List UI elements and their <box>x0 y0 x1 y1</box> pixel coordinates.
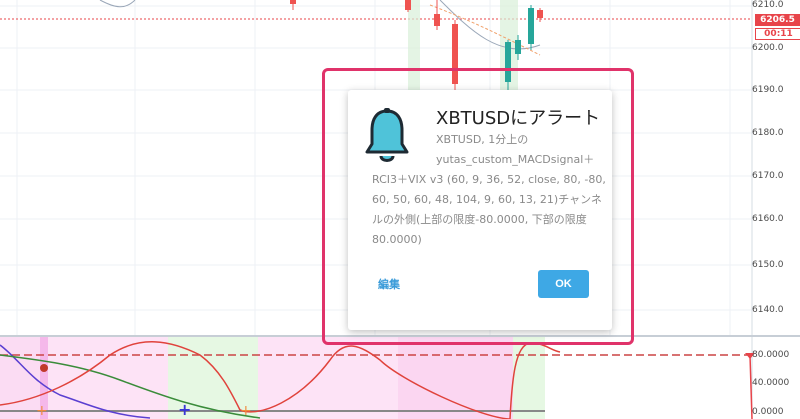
bell-icon <box>365 108 409 162</box>
ok-button[interactable]: OK <box>538 270 589 298</box>
indicator-axis-label: 80.0000 <box>752 350 790 360</box>
alert-message-header: XBTUSD, 1分上の yutas_custom_MACDsignal＋ <box>436 133 595 166</box>
price-axis-label: 6180.0 <box>752 128 784 138</box>
edit-alert-link[interactable]: 編集 <box>378 276 400 292</box>
indicator-axis-label: 0.0000 <box>752 407 784 417</box>
price-axis-label: 6170.0 <box>752 171 784 181</box>
alert-message-body: RCI3＋VIX v3 (60, 9, 36, 52, close, 80, -… <box>372 173 606 246</box>
price-axis-label: 6140.0 <box>752 305 784 315</box>
svg-text:+: + <box>178 400 191 419</box>
indicator-axis-label: 40.0000 <box>752 378 790 388</box>
price-axis-label: 6190.0 <box>752 85 784 95</box>
price-axis-label: 6200.0 <box>752 43 784 53</box>
price-axis-label: 6160.0 <box>752 214 784 224</box>
alert-title: XBTUSDにアラート <box>436 108 601 129</box>
current-price-tag: 6206.5 <box>755 14 800 26</box>
alert-dialog: XBTUSDにアラート XBTUSD, 1分上の yutas_custom_MA… <box>348 90 612 330</box>
svg-text:+: + <box>240 403 252 419</box>
svg-text:+: + <box>36 403 48 419</box>
price-axis-label: 6150.0 <box>752 260 784 270</box>
bar-countdown: 00:11 <box>755 28 800 40</box>
price-axis-label: 6210.0 <box>752 0 784 10</box>
